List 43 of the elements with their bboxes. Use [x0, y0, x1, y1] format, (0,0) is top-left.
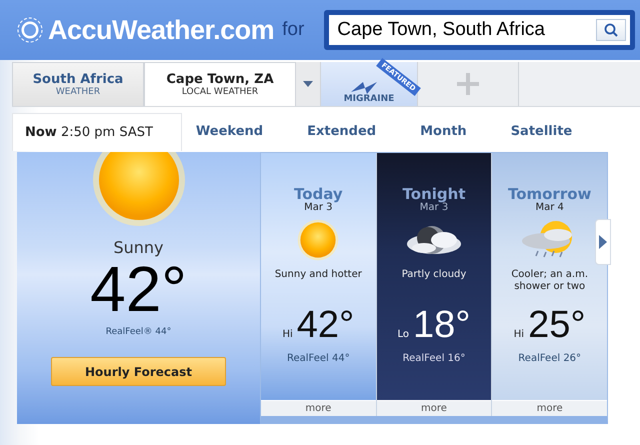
nav-tab[interactable]: Month: [406, 113, 497, 151]
dropdown-caret-icon[interactable]: [303, 81, 313, 87]
location-tab[interactable]: Cape Town, ZA LOCAL WEATHER: [144, 62, 296, 106]
condition-text: Cooler; an a.m. shower or two: [510, 269, 590, 294]
location-tab[interactable]: South Africa WEATHER: [12, 62, 144, 106]
search-field[interactable]: Cape Town, South Africa: [335, 18, 596, 42]
nav-tab[interactable]: Satellite: [496, 113, 602, 151]
period-title: Today: [294, 187, 343, 202]
date-text: Mar 4: [535, 202, 564, 213]
nav-tab[interactable]: Weekend: [182, 113, 294, 151]
hi-lo-label: Lo: [398, 329, 410, 340]
search-icon: [604, 23, 618, 37]
search-button[interactable]: [596, 19, 626, 41]
more-link[interactable]: more: [492, 400, 608, 416]
condition-text: Partly cloudy: [400, 269, 468, 282]
sun-logo-icon: [16, 16, 44, 44]
realfeel-text: RealFeel 26°: [518, 353, 582, 364]
hi-lo-label: Hi: [514, 329, 524, 340]
nav-tab[interactable]: Now 2:50 pm SAST: [12, 113, 182, 151]
temperature: 25°: [528, 305, 586, 345]
period-title: Tonight: [402, 187, 466, 202]
temperature: 42°: [296, 305, 354, 345]
search-bar[interactable]: Cape Town, South Africa: [324, 10, 635, 50]
hi-lo-label: Hi: [282, 329, 293, 340]
right-arrow-icon: [599, 235, 607, 249]
temperature: 18°: [413, 305, 470, 345]
condition-text: Sunny: [113, 238, 164, 257]
nav-tab[interactable]: Extended: [293, 113, 406, 151]
realfeel-text: RealFeel 44°: [286, 353, 350, 364]
temperature: 42°: [90, 257, 187, 321]
more-link[interactable]: more: [376, 400, 492, 416]
more-link[interactable]: more: [261, 400, 376, 416]
realfeel-text: RealFeel® 44°: [106, 327, 172, 337]
next-button[interactable]: [595, 219, 611, 265]
date-text: Mar 3: [304, 202, 333, 213]
date-text: Mar 3: [420, 202, 448, 213]
for-label: for: [282, 19, 304, 41]
sun-icon: [296, 218, 340, 262]
hourly-forecast-button[interactable]: Hourly Forecast: [51, 357, 226, 386]
period-title: Tomorrow: [508, 187, 592, 202]
condition-text: Sunny and hotter: [274, 269, 363, 282]
realfeel-text: RealFeel 16°: [402, 353, 466, 364]
featured-label: MIGRAINE: [344, 94, 394, 104]
